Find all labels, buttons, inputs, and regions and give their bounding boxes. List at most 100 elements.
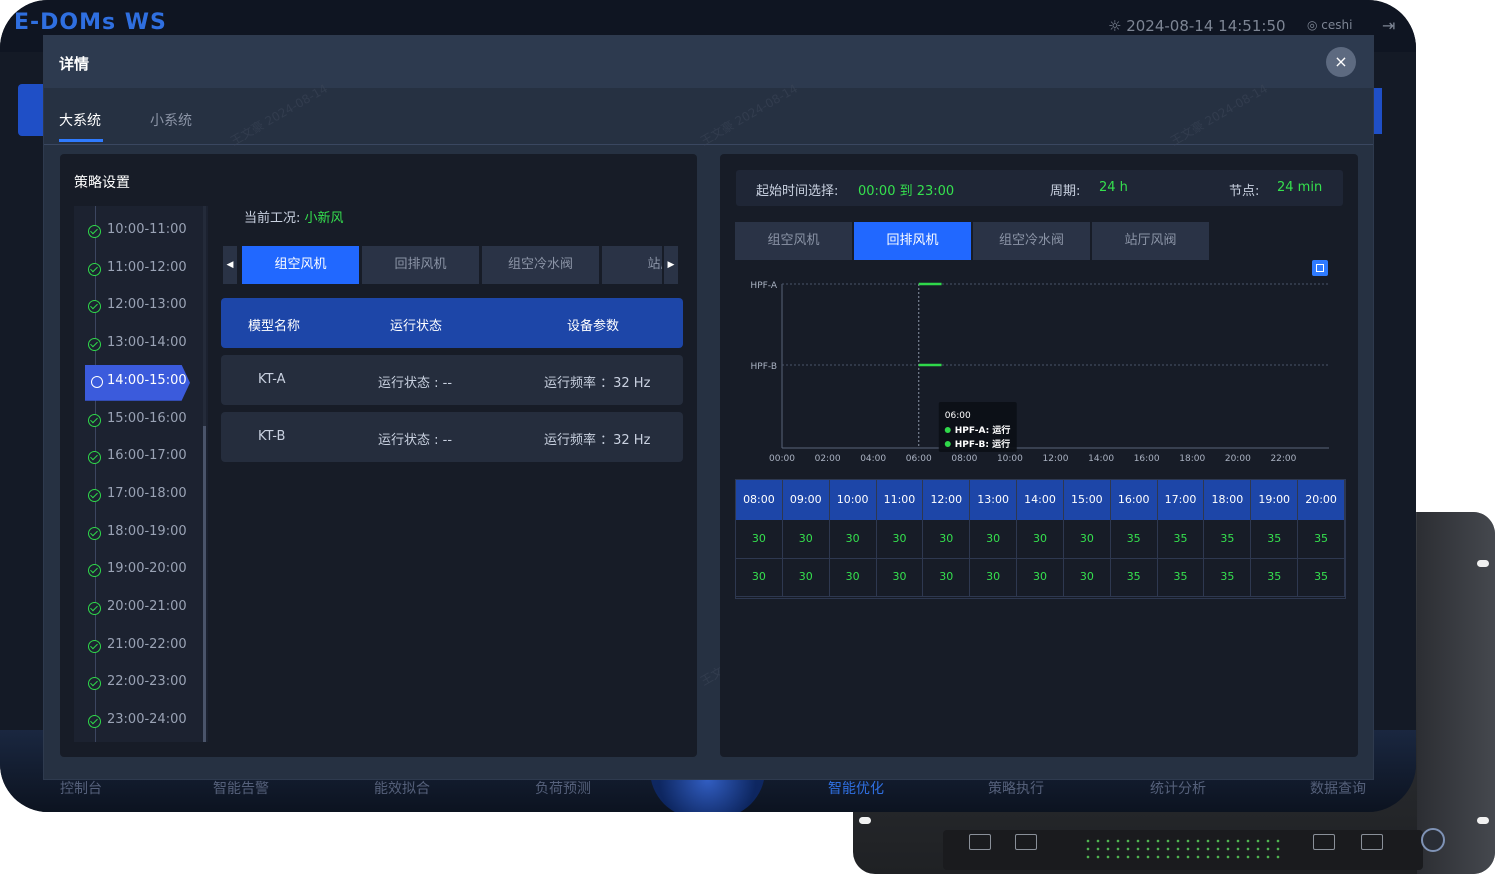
- active-tab-indicator: [59, 139, 103, 142]
- row-status: 运行状态 : --: [378, 376, 453, 391]
- grid-value-cell[interactable]: 30: [923, 558, 971, 597]
- grid-value-cell[interactable]: 35: [1204, 558, 1252, 597]
- time-slot-item[interactable]: 11:00-12:00: [88, 252, 203, 288]
- tabs-prev-button[interactable]: ◀: [223, 246, 237, 284]
- datetime-text: 2024-08-14 14:51:50: [1126, 17, 1286, 35]
- time-slot-item[interactable]: 22:00-23:00: [88, 666, 203, 702]
- nav-item-query[interactable]: 数据查询: [1310, 778, 1366, 798]
- time-slot-label: 13:00-14:00: [107, 335, 187, 351]
- grid-value-cell[interactable]: 35: [1157, 558, 1205, 597]
- grid-value-cell[interactable]: 35: [1110, 520, 1158, 559]
- schedule-panel: 起始时间选择: 00:00 到 23:00 周期: 24 h 节点: 24 mi…: [720, 154, 1358, 757]
- time-slot-label: 15:00-16:00: [107, 410, 187, 426]
- tab-small-system[interactable]: 小系统: [150, 110, 192, 130]
- start-time-value[interactable]: 00:00 到 23:00: [858, 180, 954, 199]
- time-slot-item[interactable]: 19:00-20:00: [88, 553, 203, 589]
- condition-label: 当前工况:: [244, 211, 301, 226]
- x-tick-label: 06:00: [906, 454, 932, 464]
- time-slot-item[interactable]: 14:00-15:00: [85, 364, 190, 401]
- device-tab-exhaust-fan[interactable]: 回排风机: [362, 246, 479, 284]
- grid-value-cell[interactable]: 30: [970, 520, 1018, 559]
- device-tab-supply-fan[interactable]: 组空风机: [242, 246, 359, 284]
- check-circle-icon: [88, 602, 101, 615]
- time-slot-item[interactable]: 23:00-24:00: [88, 704, 203, 740]
- row-param: 运行频率 ：32 Hz: [544, 433, 651, 448]
- grid-value-cell[interactable]: 35: [1298, 558, 1345, 597]
- time-slot-item[interactable]: 15:00-16:00: [88, 403, 203, 439]
- tooltip-time: 06:00: [945, 411, 971, 421]
- nav-item-alarm[interactable]: 智能告警: [213, 778, 269, 798]
- scrollbar-thumb[interactable]: [203, 426, 206, 742]
- header-device-params: 设备参数: [567, 319, 620, 334]
- x-tick-label: 22:00: [1270, 454, 1296, 464]
- row-param: 运行频率 ：32 Hz: [544, 376, 651, 391]
- nav-item-console[interactable]: 控制台: [60, 778, 102, 798]
- time-slot-label: 16:00-17:00: [107, 448, 187, 464]
- grid-value-cell[interactable]: 30: [736, 520, 783, 559]
- time-slot-item[interactable]: 16:00-17:00: [88, 440, 203, 476]
- user-menu[interactable]: ◎ ceshi: [1307, 18, 1352, 32]
- usb-port: [1015, 834, 1037, 850]
- device-tab-water-valve[interactable]: 组空冷水阀: [482, 246, 599, 284]
- device-tab-hall[interactable]: 站厅: [602, 246, 662, 284]
- grid-value-cell[interactable]: 30: [876, 520, 924, 559]
- nav-item-execute[interactable]: 策略执行: [988, 778, 1044, 798]
- grid-value-cell[interactable]: 35: [1110, 558, 1158, 597]
- grid-value-cell[interactable]: 30: [1063, 558, 1111, 597]
- check-circle-icon: [88, 225, 101, 238]
- time-slot-label: 21:00-22:00: [107, 636, 187, 652]
- grid-value-cell[interactable]: 30: [923, 520, 971, 559]
- grid-value-cell[interactable]: 30: [1017, 520, 1064, 559]
- x-tick-label: 08:00: [951, 454, 977, 464]
- x-tick-label: 16:00: [1134, 454, 1160, 464]
- time-slot-item[interactable]: 20:00-21:00: [88, 591, 203, 627]
- period-value: 24 h: [1099, 180, 1128, 195]
- grid-value-cell[interactable]: 30: [829, 558, 877, 597]
- grid-value-cell[interactable]: 35: [1251, 558, 1299, 597]
- grid-value-cell[interactable]: 30: [782, 520, 830, 559]
- grid-value-cell[interactable]: 35: [1204, 520, 1252, 559]
- grid-value-cell[interactable]: 35: [1157, 520, 1205, 559]
- grid-value-cell[interactable]: 30: [970, 558, 1018, 597]
- chart-tab-exhaust-fan[interactable]: 回排风机: [854, 222, 971, 260]
- grid-value-cell[interactable]: 30: [1017, 558, 1064, 597]
- time-slot-item[interactable]: 17:00-18:00: [88, 478, 203, 514]
- y-tick-label: HPF-B: [751, 362, 777, 372]
- time-slot-label: 19:00-20:00: [107, 561, 187, 577]
- check-circle-icon: [88, 300, 101, 314]
- scrollbar-track: [203, 206, 206, 426]
- grid-value-cell[interactable]: 30: [736, 558, 783, 597]
- chart-tab-water-valve[interactable]: 组空冷水阀: [973, 222, 1090, 260]
- grid-value-cell[interactable]: 30: [782, 558, 830, 597]
- check-circle-icon: [88, 338, 101, 352]
- grid-value-cell[interactable]: 30: [876, 558, 924, 597]
- time-slot-item[interactable]: 13:00-14:00: [88, 327, 203, 363]
- chart-tab-hall-damper[interactable]: 站厅风阀: [1092, 222, 1209, 260]
- x-tick-label: 04:00: [860, 454, 886, 464]
- chart-tab-supply-fan[interactable]: 组空风机: [735, 222, 852, 260]
- close-button[interactable]: ×: [1326, 47, 1356, 77]
- time-slot-item[interactable]: 12:00-13:00: [88, 289, 203, 325]
- time-slot-item[interactable]: 10:00-11:00: [88, 214, 203, 250]
- grid-value-cell[interactable]: 30: [1063, 520, 1111, 559]
- grid-value-cell[interactable]: 30: [829, 520, 877, 559]
- tab-large-system[interactable]: 大系统: [59, 110, 101, 130]
- grid-header-cell: 17:00: [1158, 480, 1205, 520]
- time-slot-item[interactable]: 18:00-19:00: [88, 516, 203, 552]
- logout-icon[interactable]: ⇥: [1382, 16, 1395, 35]
- x-tick-label: 20:00: [1225, 454, 1251, 464]
- check-circle-icon: [88, 677, 101, 691]
- grid-value-cell[interactable]: 35: [1251, 520, 1299, 559]
- tooltip-line: HPF-A: 运行: [955, 424, 1011, 436]
- nav-item-optimize[interactable]: 智能优化: [828, 778, 884, 798]
- tabs-next-button[interactable]: ▶: [664, 246, 678, 284]
- nav-item-efficiency[interactable]: 能效拟合: [374, 778, 430, 798]
- lan-port: [1361, 834, 1383, 850]
- grid-header-cell: 09:00: [783, 480, 830, 520]
- nav-item-stats[interactable]: 统计分析: [1150, 778, 1206, 798]
- grid-value-cell[interactable]: 35: [1298, 520, 1345, 559]
- x-tick-label: 00:00: [769, 454, 795, 464]
- time-slot-item[interactable]: 21:00-22:00: [88, 629, 203, 665]
- lan-port: [969, 834, 991, 850]
- nav-item-forecast[interactable]: 负荷预测: [535, 778, 591, 798]
